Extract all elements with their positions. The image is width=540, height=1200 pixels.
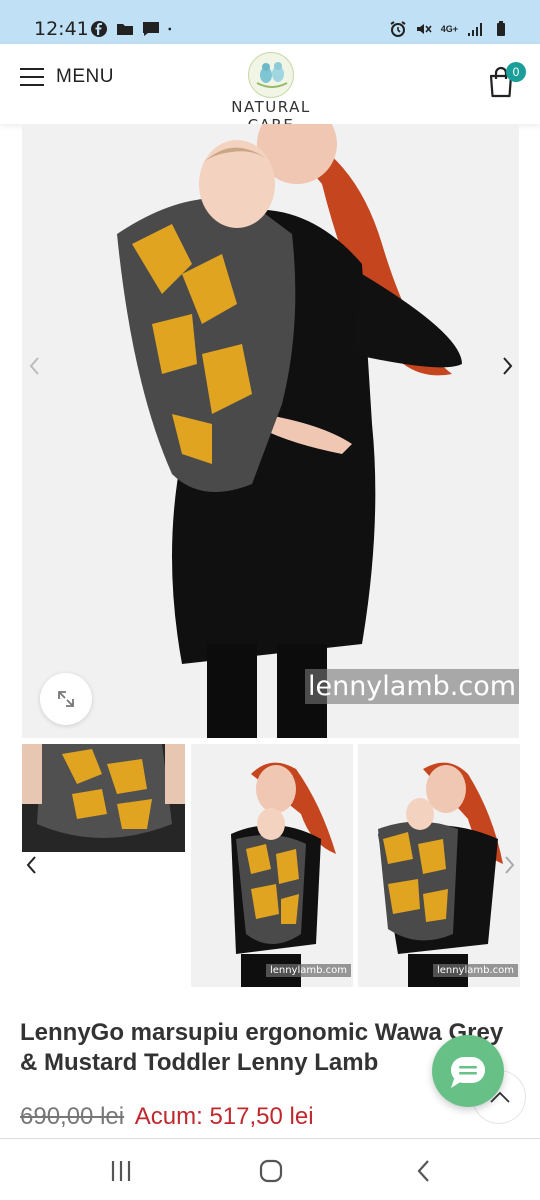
chat-button[interactable] (432, 1035, 504, 1107)
status-notification-icons (90, 20, 176, 38)
recents-button[interactable] (107, 1157, 135, 1185)
thumbnails-next-button[interactable] (494, 845, 524, 885)
recents-icon (111, 1161, 131, 1181)
menu-button[interactable]: MENU (20, 66, 114, 88)
thumbnail-photo (191, 744, 353, 987)
back-icon (417, 1160, 429, 1182)
folder-icon (117, 24, 133, 35)
chevron-left-icon (26, 856, 36, 874)
thumbnail-watermark: lennylamb.com (432, 964, 518, 977)
chevron-right-icon (503, 357, 513, 375)
thumbnail-photo (22, 744, 185, 852)
price-row: 690,00 lei Acum: 517,50 lei (20, 1103, 314, 1131)
thumbnail-2[interactable]: lennylamb.com (191, 744, 353, 987)
thumbnail-watermark: lennylamb.com (265, 964, 351, 977)
back-button[interactable] (410, 1157, 438, 1185)
message-icon (143, 22, 159, 36)
sale-price: Acum: 517,50 lei (134, 1103, 314, 1130)
gallery-next-button[interactable] (492, 346, 519, 386)
cart-button[interactable]: 0 (486, 62, 526, 98)
zoom-button[interactable] (40, 673, 92, 725)
gallery-prev-button[interactable] (22, 346, 52, 386)
chat-icon (451, 1057, 485, 1088)
status-time: 12:41 (34, 18, 89, 40)
status-system-icons: 4G+ (389, 20, 510, 38)
facebook-icon (91, 21, 107, 37)
mute-icon (416, 24, 432, 34)
hamburger-icon (20, 68, 44, 86)
image-watermark: lennylamb.com (305, 669, 519, 704)
thumbnails-prev-button[interactable] (18, 845, 48, 885)
dot-icon (168, 27, 172, 31)
product-photo (22, 124, 519, 738)
cart-count-badge: 0 (506, 62, 526, 82)
expand-icon (58, 691, 74, 707)
home-button[interactable] (257, 1157, 285, 1185)
alarm-icon (390, 21, 406, 37)
product-main-image[interactable]: lennylamb.com (22, 124, 519, 738)
old-price: 690,00 lei (20, 1103, 125, 1130)
signal-icon (468, 23, 482, 36)
status-bar: 12:41 4G+ (0, 0, 540, 44)
battery-icon (497, 21, 505, 36)
home-icon (259, 1159, 283, 1183)
system-navigation-bar (0, 1138, 540, 1200)
network-type-label: 4G+ (440, 24, 458, 34)
menu-label: MENU (56, 66, 114, 87)
site-logo[interactable]: NATURAL CARE (205, 52, 337, 134)
logo-birds-icon (248, 52, 294, 98)
site-header: MENU NATURAL CARE 0 (0, 44, 540, 134)
thumbnail-1[interactable] (22, 744, 185, 852)
chevron-right-icon (505, 856, 515, 874)
chevron-left-icon (29, 357, 39, 375)
